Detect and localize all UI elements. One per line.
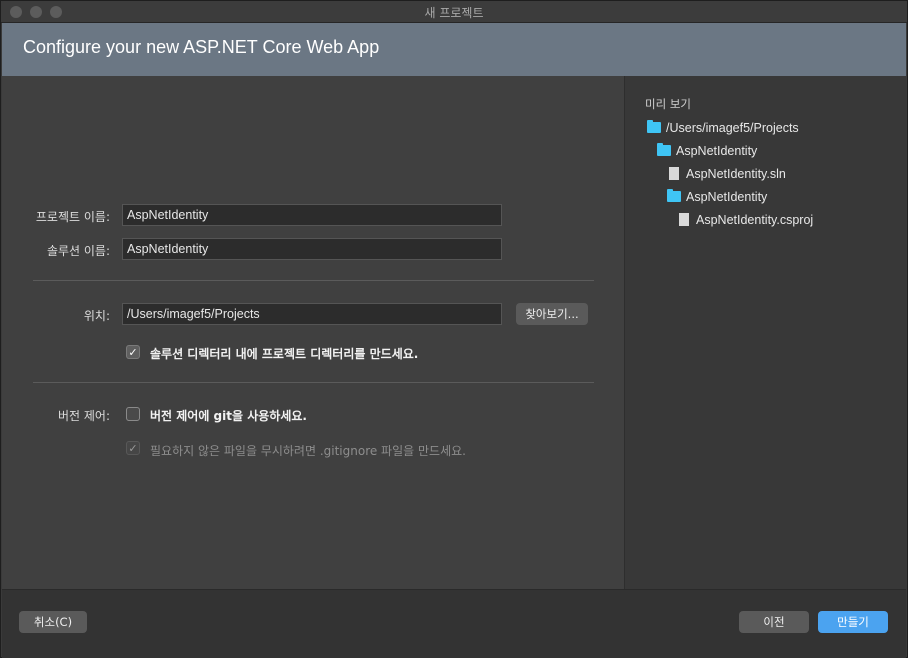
folder-icon xyxy=(657,143,671,156)
file-icon xyxy=(669,167,679,180)
version-control-label: 버전 제어: xyxy=(57,409,110,423)
tree-item-folder: /Users/imagef5/Projects xyxy=(647,120,799,135)
page-title: Configure your new ASP.NET Core Web App xyxy=(23,37,380,57)
tree-item-label: AspNetIdentity.sln xyxy=(686,167,786,181)
tree-item-label: AspNetIdentity.csproj xyxy=(696,213,814,227)
gitignore-label: 필요하지 않은 파일을 무시하려면 .gitignore 파일을 만드세요. xyxy=(150,444,466,458)
dialog-footer: 취소(C) 이전 만들기 xyxy=(2,589,906,658)
title-bar[interactable]: 새 프로젝트 xyxy=(1,1,907,23)
solution-name-label: 솔루션 이름: xyxy=(46,244,110,258)
file-icon xyxy=(679,213,689,226)
tree-item-file: AspNetIdentity.sln xyxy=(669,167,786,181)
gitignore-checkbox: ✓ xyxy=(126,441,140,455)
create-directory-checkbox[interactable]: ✓ xyxy=(126,345,140,359)
tree-item-file: AspNetIdentity.csproj xyxy=(679,213,813,227)
divider xyxy=(33,382,594,383)
cancel-button[interactable]: 취소(C) xyxy=(19,611,87,633)
tree-item-folder: AspNetIdentity xyxy=(657,143,758,158)
page-header: Configure your new ASP.NET Core Web App xyxy=(2,23,906,76)
back-button[interactable]: 이전 xyxy=(739,611,809,633)
project-name-input[interactable]: AspNetIdentity xyxy=(122,204,502,226)
browse-button[interactable]: 찾아보기... xyxy=(516,303,588,325)
folder-icon xyxy=(647,120,661,133)
use-git-label: 버전 제어에 git을 사용하세요. xyxy=(150,409,307,423)
preview-heading: 미리 보기 xyxy=(645,97,691,111)
create-button[interactable]: 만들기 xyxy=(818,611,888,633)
solution-name-input[interactable]: AspNetIdentity xyxy=(122,238,502,260)
location-input[interactable]: /Users/imagef5/Projects xyxy=(122,303,502,325)
project-name-label: 프로젝트 이름: xyxy=(35,210,110,224)
configure-form: 프로젝트 이름: AspNetIdentity 솔루션 이름: AspNetId… xyxy=(2,76,624,589)
create-directory-label: 솔루션 디렉터리 내에 프로젝트 디렉터리를 만드세요. xyxy=(150,347,419,361)
location-label: 위치: xyxy=(83,309,110,323)
use-git-checkbox[interactable] xyxy=(126,407,140,421)
window-title: 새 프로젝트 xyxy=(424,6,484,20)
new-project-window: 새 프로젝트 Configure your new ASP.NET Core W… xyxy=(0,0,908,658)
tree-item-label: AspNetIdentity xyxy=(686,190,768,204)
tree-item-label: /Users/imagef5/Projects xyxy=(666,121,799,135)
tree-item-folder: AspNetIdentity xyxy=(667,189,768,204)
divider xyxy=(33,280,594,281)
preview-pane: 미리 보기 /Users/imagef5/Projects AspNetIden… xyxy=(624,76,906,589)
folder-icon xyxy=(667,189,681,202)
tree-item-label: AspNetIdentity xyxy=(676,144,758,158)
